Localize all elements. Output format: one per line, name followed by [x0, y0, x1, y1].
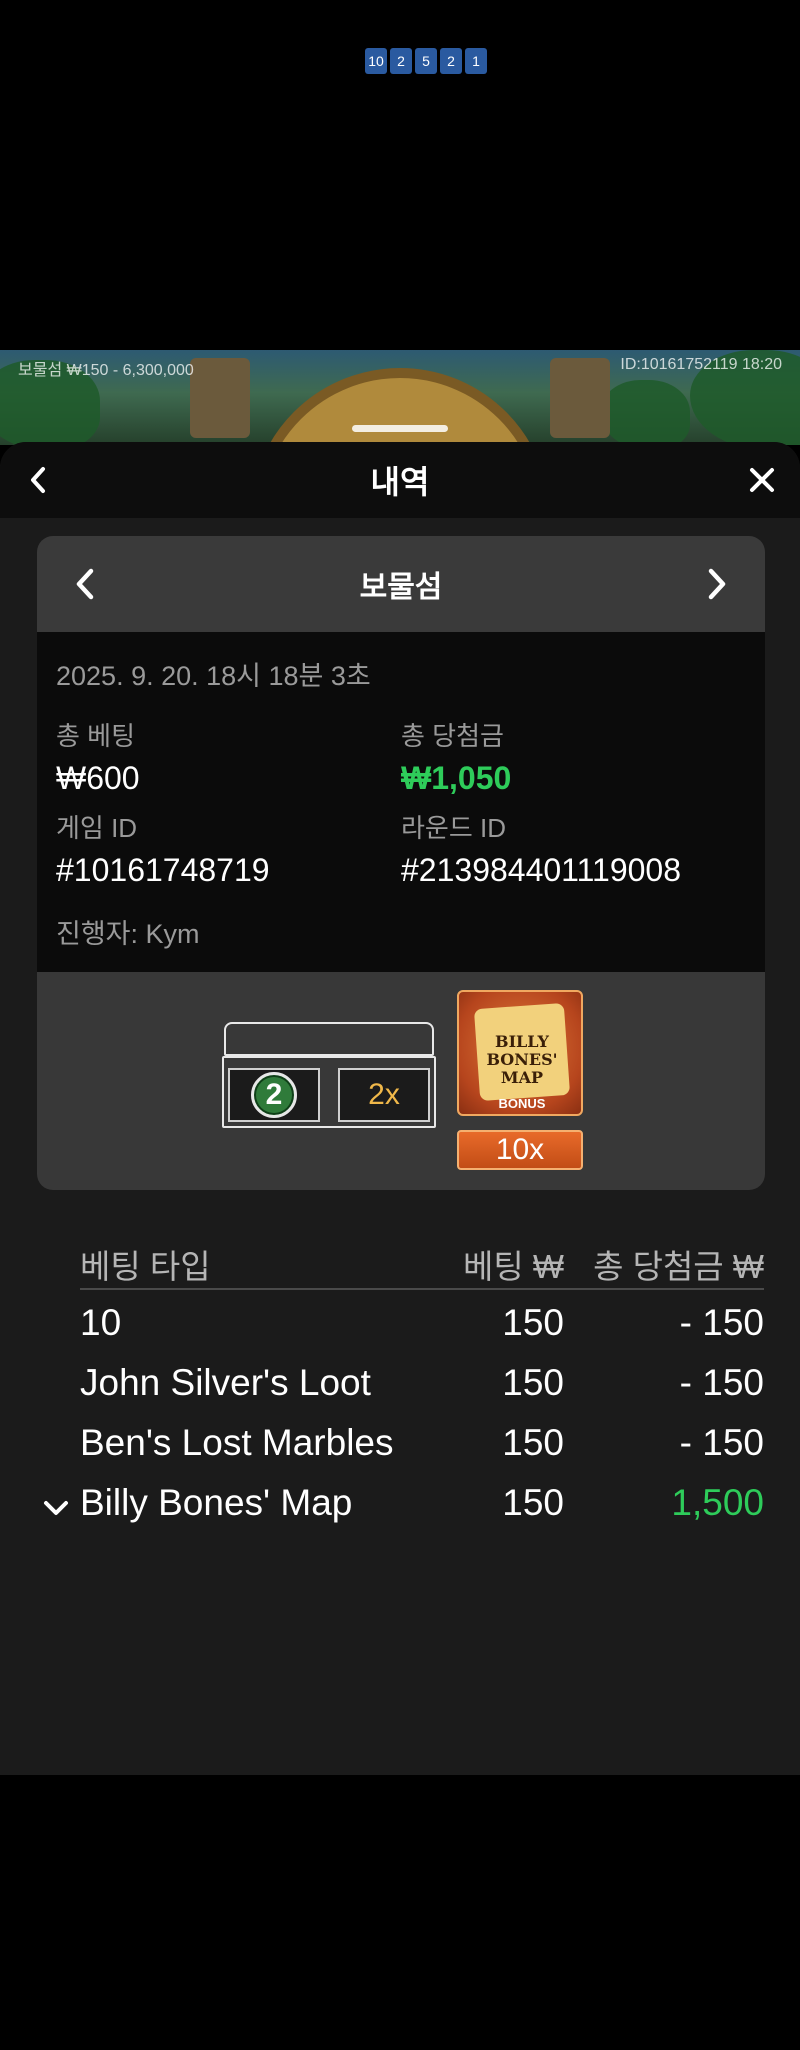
wheel-number: 2 — [440, 48, 462, 74]
bet-amount: 150 — [502, 1422, 564, 1463]
round-result: 2 2x BILLY BONES' MAP BONUS 10x — [37, 972, 765, 1190]
chevron-right-icon — [708, 568, 726, 600]
table-row-expandable[interactable]: Billy Bones' Map 150 1,500 — [0, 1476, 800, 1536]
bet-type: John Silver's Loot — [80, 1362, 371, 1403]
chevron-down-icon[interactable] — [42, 1494, 70, 1522]
round-info: ID:10161752119 18:20 — [620, 356, 782, 373]
bet-amount: 150 — [502, 1482, 564, 1523]
bet-type: Ben's Lost Marbles — [80, 1422, 394, 1463]
card-header: 보물섬 — [37, 536, 765, 632]
bet-type: Billy Bones' Map — [80, 1482, 353, 1523]
bet-amount: 150 — [502, 1362, 564, 1403]
table-row: 10 150 - 150 — [0, 1296, 800, 1356]
round-card: 보물섬 2025. 9. 20. 18시 18분 3초 총 베팅 ₩600 총 … — [37, 536, 765, 1190]
bets-table-header: 베팅 타입 베팅 ₩ 총 당첨금 ₩ — [80, 1232, 764, 1290]
wheel-number: 2 — [390, 48, 412, 74]
bonus-multiplier: 10x — [457, 1130, 583, 1170]
wheel-number: 5 — [415, 48, 437, 74]
close-icon — [750, 468, 774, 492]
wheel-image — [250, 368, 550, 445]
win-amount: - 150 — [679, 1362, 764, 1403]
game-name: 보물섬 — [359, 571, 443, 604]
previous-round-button[interactable] — [37, 536, 133, 632]
bet-amount: 150 — [502, 1302, 564, 1343]
wheel-numbers: 10 2 5 2 1 — [365, 48, 487, 74]
dealer-name: 진행자: Kym — [56, 919, 200, 949]
bonus-label: BONUS — [498, 1096, 546, 1111]
wheel-number: 1 — [465, 48, 487, 74]
history-sheet: 내역 보물섬 2025. 9. 20. 18시 18분 3초 총 베팅 ₩600… — [0, 442, 800, 1775]
sheet-title: 내역 — [370, 464, 430, 500]
close-button[interactable] — [724, 442, 800, 518]
total-win-value: ₩1,050 — [401, 760, 512, 796]
win-amount: - 150 — [679, 1302, 764, 1343]
win-amount: - 150 — [679, 1422, 764, 1463]
treasure-chest: 2 2x — [222, 1022, 436, 1130]
column-total-win: 총 당첨금 ₩ — [593, 1248, 764, 1285]
wheel-number: 10 — [365, 48, 387, 74]
column-bet-type: 베팅 타입 — [80, 1248, 211, 1285]
chest-multiplier-slot: 2x — [338, 1068, 430, 1122]
total-win-label: 총 당첨금 — [401, 721, 504, 751]
bonus-title-line: BILLY — [495, 1032, 549, 1051]
round-id-value: #213984401119008 — [401, 852, 681, 888]
chevron-left-icon — [31, 467, 45, 493]
round-details: 2025. 9. 20. 18시 18분 3초 총 베팅 ₩600 총 당첨금 … — [37, 632, 765, 972]
bonus-title-line: MAP — [500, 1068, 544, 1087]
back-button[interactable] — [0, 442, 76, 518]
total-bet-value: ₩600 — [56, 760, 140, 796]
number-chip: 2 — [251, 1072, 297, 1118]
chevron-left-icon — [76, 568, 94, 600]
game-id-label: 게임 ID — [56, 813, 138, 843]
round-id-label: 라운드 ID — [401, 813, 506, 843]
table-limits: 보물섬 ₩150 - 6,300,000 — [18, 362, 194, 379]
round-datetime: 2025. 9. 20. 18시 18분 3초 — [56, 661, 371, 691]
billy-bones-map-bonus-tile: BILLY BONES' MAP BONUS — [457, 990, 583, 1116]
sheet-header: 내역 — [0, 442, 800, 518]
win-amount: 1,500 — [671, 1482, 764, 1523]
total-bet-label: 총 베팅 — [56, 721, 135, 751]
table-row: John Silver's Loot 150 - 150 — [0, 1356, 800, 1416]
bet-type: 10 — [80, 1302, 122, 1343]
bonus-title-line: BONES' — [486, 1050, 558, 1069]
table-row: Ben's Lost Marbles 150 - 150 — [0, 1416, 800, 1476]
chest-multiplier: 2x — [368, 1078, 400, 1111]
column-bet-amount: 베팅 ₩ — [462, 1248, 564, 1285]
sheet-drag-handle[interactable] — [352, 425, 448, 432]
game-id-value: #10161748719 — [56, 852, 270, 888]
next-round-button[interactable] — [669, 536, 765, 632]
chest-number-slot: 2 — [228, 1068, 320, 1122]
